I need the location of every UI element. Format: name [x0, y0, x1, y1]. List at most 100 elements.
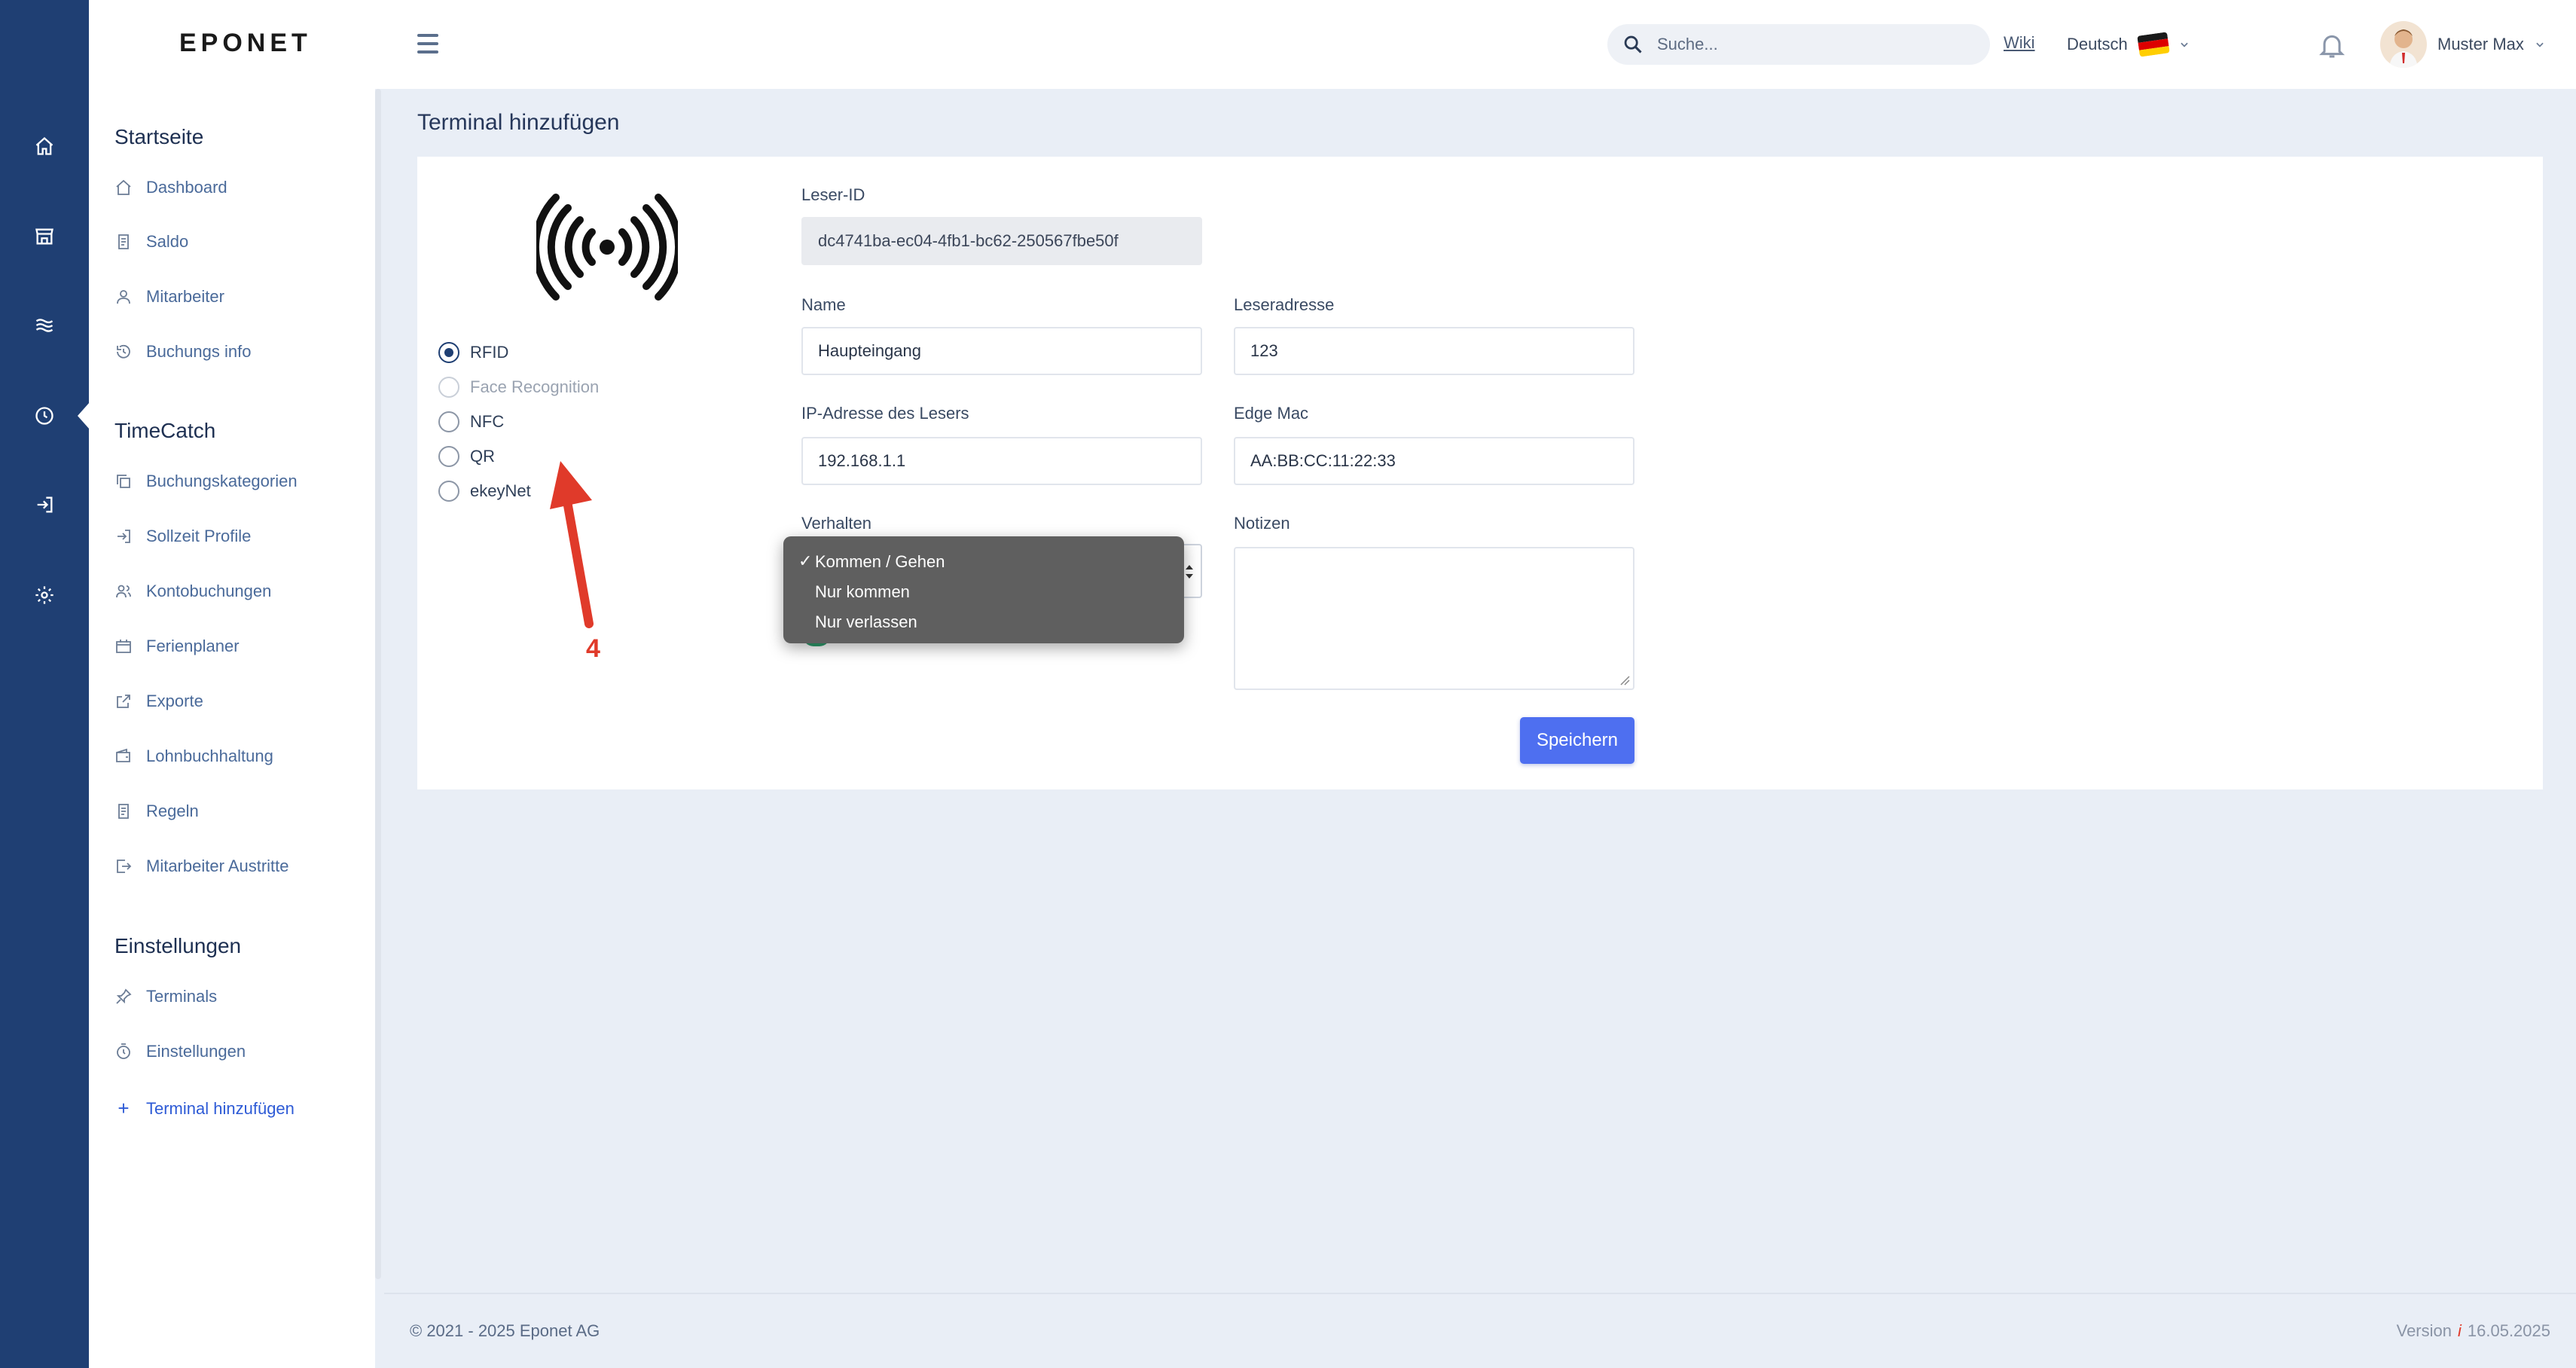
sidebar-item-lohnbuchhaltung[interactable]: Lohnbuchhaltung: [114, 747, 273, 766]
save-button[interactable]: Speichern: [1520, 717, 1634, 764]
active-indicator: [78, 402, 90, 429]
wiki-link[interactable]: Wiki: [2004, 33, 2035, 53]
copy-icon: [117, 475, 130, 488]
edge-mac-label: Edge Mac: [1234, 404, 1309, 423]
sidebar-item-label: Kontobuchungen: [146, 582, 272, 600]
document-icon: [118, 234, 129, 249]
edge-mac-input[interactable]: AA:BB:CC:11:22:33: [1234, 437, 1634, 485]
notizen-textarea[interactable]: [1234, 547, 1634, 690]
search-input[interactable]: [1657, 35, 1958, 54]
sidebar-item-label: Exporte: [146, 692, 203, 710]
user-menu[interactable]: Muster Max: [2380, 20, 2545, 69]
top-bar: EPONET: [89, 0, 2576, 89]
clock-icon: [35, 407, 53, 425]
info-icon: i: [2458, 1321, 2462, 1340]
section-title-einstellungen: Einstellungen: [114, 934, 242, 957]
sidebar-item-exporte[interactable]: Exporte: [114, 692, 203, 711]
sidebar-item-label: Ferienplaner: [146, 637, 240, 655]
version-date: 16.05.2025: [2467, 1321, 2550, 1340]
rail-home[interactable]: [0, 116, 89, 176]
ip-address-input[interactable]: 192.168.1.1: [801, 437, 1202, 485]
chevron-down-icon: [2181, 42, 2188, 47]
copyright-text: © 2021 - 2025 Eponet AG: [410, 1321, 600, 1340]
page-title: Terminal hinzufügen: [417, 110, 620, 135]
radio-button[interactable]: [438, 342, 459, 363]
version-label: Version: [2396, 1321, 2452, 1340]
rail-clock[interactable]: [0, 386, 90, 446]
radio-label: QR: [470, 447, 495, 466]
option-label: Nur verlassen: [815, 612, 917, 631]
checkmark-icon: ✓: [798, 551, 813, 570]
notification-bell-icon[interactable]: [2317, 29, 2347, 62]
annotation-arrow-icon: [550, 461, 594, 628]
sidebar-item-terminals[interactable]: Terminals: [114, 987, 217, 1006]
rail-waves[interactable]: [0, 295, 89, 356]
reader-type-qr[interactable]: QR: [438, 446, 495, 467]
sidebar-item-buchungs-info[interactable]: Buchungs info: [114, 342, 251, 362]
hamburger-icon: [417, 34, 438, 37]
export-icon: [117, 695, 130, 708]
option-label: Kommen / Gehen: [815, 552, 945, 571]
name-label: Name: [801, 295, 846, 314]
home-icon: [35, 136, 53, 155]
sidebar-item-einstellungen[interactable]: Einstellungen: [114, 1042, 246, 1061]
exit-icon: [117, 860, 132, 873]
radio-button[interactable]: [438, 446, 459, 467]
sidebar-item-mitarbeiter-austritte[interactable]: Mitarbeiter Austritte: [114, 857, 289, 876]
verhalten-label: Verhalten: [801, 514, 871, 533]
sidebar-scrollbar[interactable]: [375, 89, 381, 1279]
sidebar-item-sollzeit-profile[interactable]: Sollzeit Profile: [114, 527, 251, 546]
radio-label: ekeyNet: [470, 481, 531, 500]
store-icon: [35, 228, 53, 245]
document-icon: [118, 804, 129, 819]
app-logo[interactable]: EPONET: [179, 29, 312, 58]
rfid-signal-icon: [536, 194, 678, 301]
sidebar-item-terminal-hinzufuegen[interactable]: + Terminal hinzufügen: [114, 1097, 295, 1120]
menu-toggle-button[interactable]: [411, 27, 444, 60]
sidebar-item-saldo[interactable]: Saldo: [114, 232, 188, 252]
notizen-label: Notizen: [1234, 514, 1290, 533]
sidebar-item-buchungskategorien[interactable]: Buchungskategorien: [114, 472, 298, 491]
dropdown-option-kommen-gehen[interactable]: ✓ Kommen / Gehen: [783, 547, 1184, 577]
sidebar-item-kontobuchungen[interactable]: Kontobuchungen: [114, 582, 271, 601]
rail-settings[interactable]: [0, 565, 89, 625]
name-input[interactable]: Haupteingang: [801, 327, 1202, 375]
login-icon: [37, 496, 53, 513]
resize-handle-icon[interactable]: [1619, 675, 1630, 686]
radio-button[interactable]: [438, 411, 459, 432]
reader-type-rfid[interactable]: RFID: [438, 342, 508, 363]
language-selector[interactable]: Deutsch: [2067, 24, 2190, 65]
sidebar-item-label: Buchungskategorien: [146, 472, 298, 490]
reader-type-nfc[interactable]: NFC: [438, 411, 504, 432]
radio-label: RFID: [470, 343, 509, 362]
waves-icon: [35, 319, 53, 332]
sidebar-item-label: Regeln: [146, 802, 199, 820]
sidebar-item-regeln[interactable]: Regeln: [114, 802, 199, 821]
sidebar-item-dashboard[interactable]: Dashboard: [114, 178, 227, 197]
wallet-icon: [116, 748, 130, 762]
sidebar-item-label: Lohnbuchhaltung: [146, 747, 273, 765]
leser-id-label: Leser-ID: [801, 185, 865, 204]
dropdown-option-nur-verlassen[interactable]: Nur verlassen: [783, 607, 1184, 637]
pin-icon: [116, 988, 132, 1004]
user-name: Muster Max: [2437, 35, 2524, 53]
version-info: Version i 16.05.2025: [2397, 1321, 2550, 1341]
annotation-number: 4: [586, 634, 600, 663]
rail-login[interactable]: [0, 475, 89, 535]
sidebar-item-label: Einstellungen: [146, 1042, 246, 1061]
reader-type-ekeynet[interactable]: ekeyNet: [438, 481, 531, 502]
leseradresse-input[interactable]: 123: [1234, 327, 1634, 375]
timer-icon: [117, 1043, 130, 1059]
sidebar-item-label: Buchungs info: [146, 342, 252, 361]
sidebar-item-label: Mitarbeiter: [146, 287, 224, 306]
option-label: Nur kommen: [815, 582, 910, 601]
sidebar-item-mitarbeiter[interactable]: Mitarbeiter: [114, 287, 224, 307]
sidebar-item-label: Terminals: [146, 987, 218, 1006]
section-title-startseite: Startseite: [114, 125, 204, 148]
leseradresse-label: Leseradresse: [1234, 295, 1335, 314]
sidebar-item-ferienplaner[interactable]: Ferienplaner: [114, 637, 240, 656]
dropdown-option-nur-kommen[interactable]: Nur kommen: [783, 577, 1184, 607]
rail-store[interactable]: [0, 206, 89, 267]
sidebar: Startseite Dashboard Saldo Mitarbeiter B…: [89, 89, 381, 1368]
radio-button[interactable]: [438, 481, 459, 502]
